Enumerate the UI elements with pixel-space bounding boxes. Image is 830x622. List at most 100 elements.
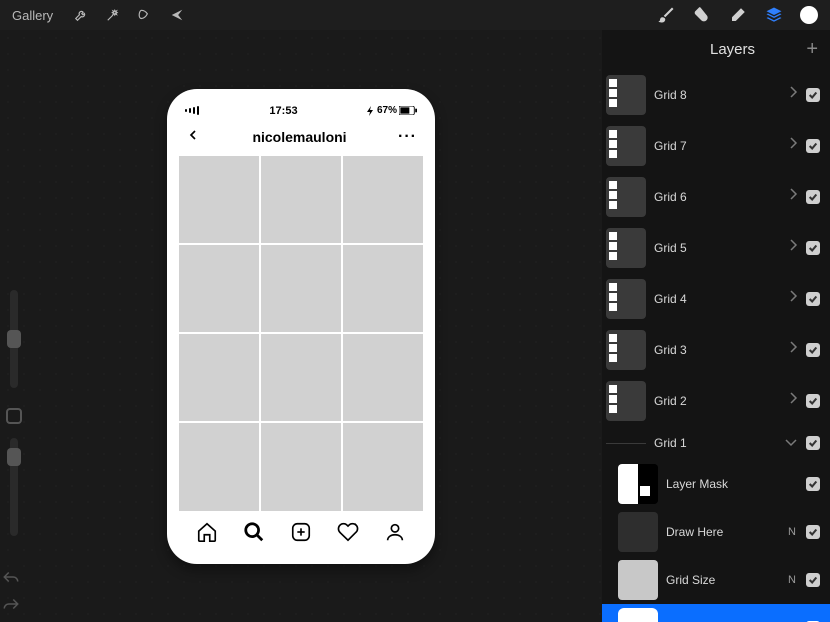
layer-label: Layer Mask xyxy=(666,477,788,491)
layer-group-grid6[interactable]: Grid 6 xyxy=(602,171,830,222)
status-time: 17:53 xyxy=(269,105,297,117)
layer-thumbnail xyxy=(606,443,646,444)
visibility-checkbox[interactable] xyxy=(806,139,820,153)
grid-cell xyxy=(179,245,259,332)
phone-mockup: 17:53 67% nicolemauloni ··· xyxy=(167,89,435,564)
layer-group-grid1[interactable]: Grid 1 xyxy=(602,426,830,460)
grid-cell xyxy=(261,156,341,243)
brush-opacity-slider[interactable] xyxy=(10,438,18,536)
visibility-checkbox[interactable] xyxy=(806,292,820,306)
profile-icon xyxy=(384,521,406,548)
visibility-checkbox[interactable] xyxy=(806,436,820,450)
modifier-toggle[interactable] xyxy=(6,408,22,424)
visibility-checkbox[interactable] xyxy=(806,394,820,408)
back-icon xyxy=(185,127,201,148)
layer-label: Grid 8 xyxy=(654,88,780,102)
eraser-icon[interactable] xyxy=(728,5,748,25)
feed-grid xyxy=(179,156,423,511)
brush-icon[interactable] xyxy=(656,5,676,25)
layer-thumbnail xyxy=(618,464,658,504)
home-icon xyxy=(196,521,218,548)
grid-cell xyxy=(343,156,423,243)
phone-navbar xyxy=(179,511,423,548)
visibility-checkbox[interactable] xyxy=(806,343,820,357)
layer-thumbnail xyxy=(606,381,646,421)
chevron-right-icon[interactable] xyxy=(788,136,798,155)
layer-layer-1[interactable]: Layer 1N xyxy=(602,604,830,622)
layer-thumbnail xyxy=(606,177,646,217)
layers-header: Layers + xyxy=(602,30,830,69)
layers-icon[interactable] xyxy=(764,5,784,25)
blend-mode-badge: N xyxy=(788,526,796,538)
undo-icon[interactable] xyxy=(2,570,20,589)
layer-group-grid4[interactable]: Grid 4 xyxy=(602,273,830,324)
layer-thumbnail xyxy=(606,330,646,370)
layer-grid-size[interactable]: Grid Size N xyxy=(602,556,830,604)
layer-label: Grid 3 xyxy=(654,343,780,357)
selection-icon[interactable] xyxy=(131,2,159,28)
layer-label: Draw Here xyxy=(666,525,780,539)
grid-cell xyxy=(261,245,341,332)
grid-cell xyxy=(261,423,341,510)
wrench-icon[interactable] xyxy=(67,2,95,28)
layer-group-grid5[interactable]: Grid 5 xyxy=(602,222,830,273)
chevron-right-icon[interactable] xyxy=(788,85,798,104)
chevron-down-icon[interactable] xyxy=(784,434,798,452)
grid-cell xyxy=(261,334,341,421)
layer-label: Grid 5 xyxy=(654,241,780,255)
layer-group-grid7[interactable]: Grid 7 xyxy=(602,120,830,171)
phone-status-bar: 17:53 67% xyxy=(179,105,423,117)
visibility-checkbox[interactable] xyxy=(806,525,820,539)
add-layer-icon[interactable]: + xyxy=(806,38,818,61)
heart-icon xyxy=(337,521,359,548)
visibility-checkbox[interactable] xyxy=(806,190,820,204)
wand-icon[interactable] xyxy=(99,2,127,28)
transform-icon[interactable] xyxy=(163,2,191,28)
grid-cell xyxy=(343,245,423,332)
visibility-checkbox[interactable] xyxy=(806,573,820,587)
visibility-checkbox[interactable] xyxy=(806,241,820,255)
canvas-area[interactable]: 17:53 67% nicolemauloni ··· xyxy=(0,30,602,622)
layer-group-grid3[interactable]: Grid 3 xyxy=(602,324,830,375)
search-icon xyxy=(243,521,265,548)
layer-group-grid2[interactable]: Grid 2 xyxy=(602,375,830,426)
blend-mode-badge: N xyxy=(788,574,796,586)
layer-group-grid8[interactable]: Grid 8 xyxy=(602,69,830,120)
layers-title: Layers xyxy=(710,41,755,58)
chevron-right-icon[interactable] xyxy=(788,238,798,257)
layer-label: Grid Size xyxy=(666,573,780,587)
layer-thumbnail xyxy=(618,560,658,600)
toolbar-left-group: Gallery xyxy=(6,2,191,28)
layer-label: Grid 7 xyxy=(654,139,780,153)
undo-redo-group xyxy=(2,570,20,616)
redo-icon[interactable] xyxy=(2,597,20,616)
layer-label: Grid 2 xyxy=(654,394,780,408)
layer-thumbnail xyxy=(618,608,658,622)
chevron-right-icon[interactable] xyxy=(788,289,798,308)
visibility-checkbox[interactable] xyxy=(806,88,820,102)
grid-cell xyxy=(343,334,423,421)
grid-cell xyxy=(343,423,423,510)
smudge-icon[interactable] xyxy=(692,5,712,25)
brush-size-slider[interactable] xyxy=(10,290,18,388)
visibility-checkbox[interactable] xyxy=(806,477,820,491)
profile-header: nicolemauloni ··· xyxy=(179,117,423,156)
chevron-right-icon[interactable] xyxy=(788,340,798,359)
grid-cell xyxy=(179,423,259,510)
layer-thumbnail xyxy=(606,75,646,115)
layers-list[interactable]: Grid 8 Grid 7 Grid 6 Grid 5 Grid 4 Grid … xyxy=(602,69,830,622)
layers-panel: Layers + Grid 8 Grid 7 Grid 6 Grid 5 Gri… xyxy=(602,30,830,622)
grid-cell xyxy=(179,334,259,421)
layer-label: Grid 6 xyxy=(654,190,780,204)
layer-thumbnail xyxy=(618,512,658,552)
chevron-right-icon[interactable] xyxy=(788,187,798,206)
status-battery: 67% xyxy=(367,105,417,116)
layer-thumbnail xyxy=(606,279,646,319)
layer-thumbnail xyxy=(606,126,646,166)
layer-layer-mask[interactable]: Layer Mask xyxy=(602,460,830,508)
color-swatch[interactable] xyxy=(800,6,818,24)
chevron-right-icon[interactable] xyxy=(788,391,798,410)
layer-label: Grid 1 xyxy=(654,436,776,450)
layer-draw-here[interactable]: Draw Here N xyxy=(602,508,830,556)
gallery-button[interactable]: Gallery xyxy=(12,8,53,23)
